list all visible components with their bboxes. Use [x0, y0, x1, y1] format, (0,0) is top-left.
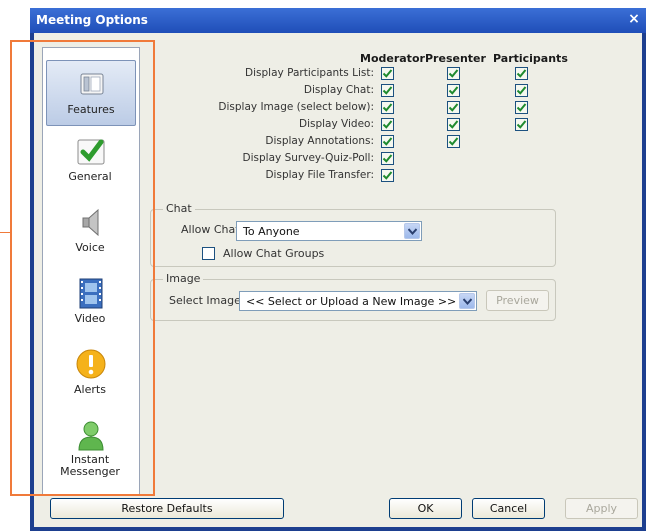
feature-checkbox[interactable] [515, 67, 528, 80]
feature-checkbox[interactable] [381, 118, 394, 131]
chevron-down-icon[interactable] [459, 293, 475, 309]
feature-checkbox[interactable] [381, 152, 394, 165]
feature-checkbox[interactable] [381, 84, 394, 97]
sidebar-item-label: Instant Messenger [60, 453, 120, 478]
user-icon [78, 421, 104, 451]
feature-row-annotations: Display Annotations: [174, 135, 374, 149]
feature-checkbox[interactable] [381, 169, 394, 182]
feature-checkbox[interactable] [447, 135, 460, 148]
feature-label: Display Survey-Quiz-Poll: [242, 152, 374, 164]
feature-row-file-transfer: Display File Transfer: [174, 169, 374, 183]
feature-label: Display Annotations: [265, 135, 374, 147]
feature-label: Display Participants List: [245, 67, 374, 79]
preview-button[interactable]: Preview [486, 290, 549, 311]
image-group-legend: Image [163, 272, 204, 285]
feature-checkbox[interactable] [381, 135, 394, 148]
sidebar-item-label: Alerts [74, 383, 106, 396]
allow-chat-groups-checkbox[interactable] [202, 247, 215, 260]
restore-defaults-button[interactable]: Restore Defaults [50, 498, 284, 519]
features-grid: Display Participants List: Display Chat:… [34, 33, 642, 213]
feature-label: Display Video: [299, 118, 374, 130]
feature-label: Display File Transfer: [265, 169, 374, 181]
allow-chat-groups-label: Allow Chat Groups [223, 247, 325, 260]
feature-row-participants-list: Display Participants List: [174, 67, 374, 81]
dialog-body: Features General Voice Video Alerts Inst… [34, 33, 642, 527]
ok-button[interactable]: OK [389, 498, 462, 519]
feature-checkbox[interactable] [381, 67, 394, 80]
feature-row-chat: Display Chat: [174, 84, 374, 98]
select-image-dropdown[interactable]: << Select or Upload a New Image >> [239, 291, 477, 311]
sidebar-item-label: Voice [75, 241, 105, 254]
chat-group-legend: Chat [163, 202, 195, 215]
feature-checkbox[interactable] [447, 67, 460, 80]
chat-group: Chat Allow Chat: To Anyone Allow Chat Gr… [150, 202, 556, 267]
sidebar-item-video[interactable]: Video [46, 270, 136, 336]
feature-row-survey-quiz-poll: Display Survey-Quiz-Poll: [174, 152, 374, 166]
sidebar-item-instant-messenger[interactable]: Instant Messenger [46, 412, 136, 488]
image-group: Image Select Image: << Select or Upload … [150, 272, 556, 321]
feature-label: Display Image (select below): [218, 101, 374, 113]
feature-checkbox[interactable] [381, 101, 394, 114]
sidebar-item-alerts[interactable]: Alerts [46, 341, 136, 407]
highlight-connector-line [0, 232, 10, 233]
alert-icon [76, 349, 106, 379]
cancel-button[interactable]: Cancel [472, 498, 545, 519]
allow-chat-value: To Anyone [243, 225, 300, 238]
allow-chat-label: Allow Chat: [181, 223, 244, 236]
select-image-label: Select Image: [169, 294, 245, 307]
feature-row-image: Display Image (select below): [174, 101, 374, 115]
title-bar[interactable]: Meeting Options × [30, 8, 646, 33]
select-image-value: << Select or Upload a New Image >> [246, 295, 457, 308]
feature-checkbox[interactable] [515, 101, 528, 114]
feature-checkbox[interactable] [515, 118, 528, 131]
feature-checkbox[interactable] [447, 101, 460, 114]
feature-checkbox[interactable] [447, 84, 460, 97]
window-title: Meeting Options [36, 13, 148, 27]
close-icon[interactable]: × [626, 11, 642, 29]
feature-label: Display Chat: [303, 84, 374, 96]
sidebar-item-label: Video [74, 312, 106, 325]
feature-checkbox[interactable] [447, 118, 460, 131]
apply-button[interactable]: Apply [565, 498, 638, 519]
chevron-down-icon[interactable] [404, 223, 420, 239]
feature-row-video: Display Video: [174, 118, 374, 132]
feature-checkbox[interactable] [515, 84, 528, 97]
film-icon [79, 278, 103, 309]
allow-chat-select[interactable]: To Anyone [236, 221, 422, 241]
meeting-options-window: Meeting Options × Features General Voice… [30, 8, 646, 531]
